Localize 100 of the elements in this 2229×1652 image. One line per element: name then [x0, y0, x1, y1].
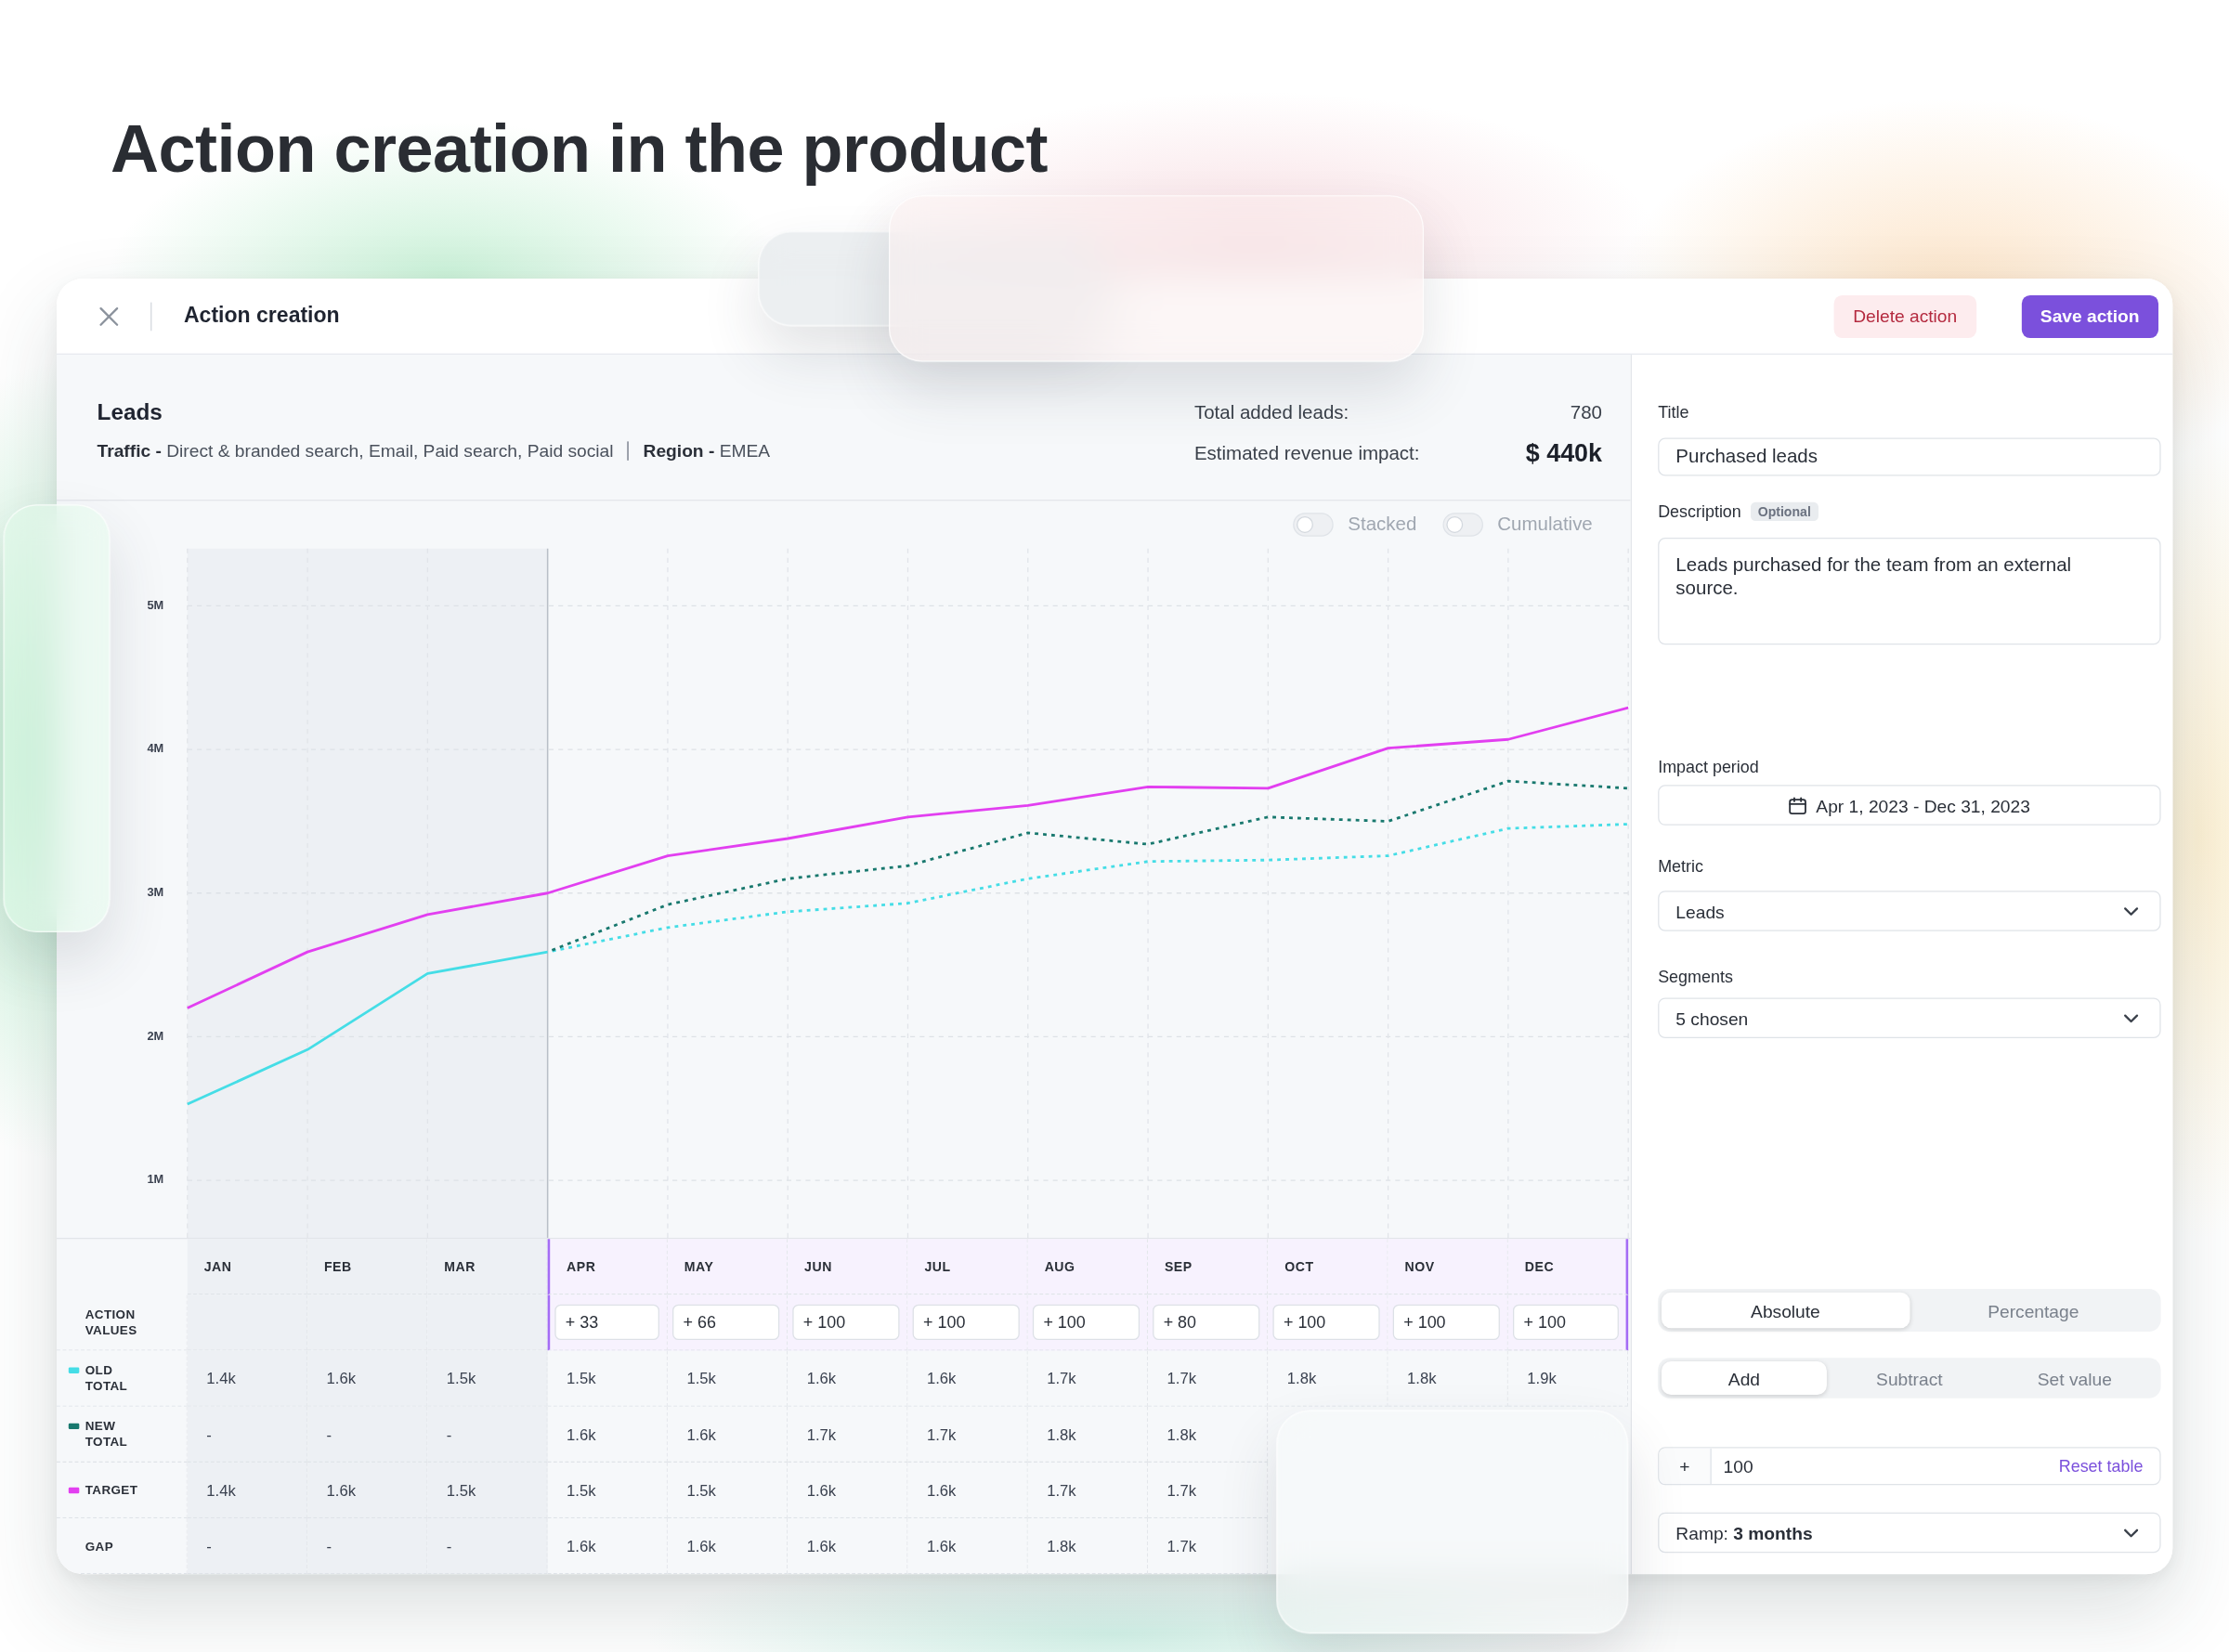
- action-input[interactable]: + 100: [1032, 1304, 1141, 1341]
- stat-label: Estimated revenue impact:: [1193, 442, 1420, 464]
- table-cell: 1.5k: [667, 1350, 789, 1407]
- field-label: Description: [1658, 501, 1741, 523]
- toggle-switch[interactable]: [1442, 513, 1483, 537]
- filter-text: Region - EMEA: [643, 439, 771, 462]
- axis-label: 2M: [147, 1028, 164, 1043]
- action-input[interactable]: + 33: [554, 1304, 659, 1341]
- amount-field[interactable]: + 100 Reset table: [1658, 1447, 2161, 1486]
- table-cell: -: [307, 1518, 428, 1575]
- action-input[interactable]: + 100: [1513, 1304, 1619, 1341]
- prefix-addon: +: [1659, 1448, 1712, 1484]
- table-cell: -: [427, 1518, 548, 1575]
- toggle-label: Stacked: [1348, 514, 1417, 536]
- table-cell: 1.5k: [667, 1462, 789, 1519]
- action-input[interactable]: + 80: [1153, 1304, 1260, 1341]
- action-input[interactable]: + 100: [1392, 1304, 1500, 1341]
- table-cell: -: [187, 1518, 308, 1575]
- column-header: SEP: [1148, 1239, 1269, 1295]
- stat-value: 780: [1570, 402, 1602, 424]
- table-cell: 1.6k: [547, 1406, 668, 1463]
- table-cell: 1.6k: [307, 1350, 428, 1407]
- table-cell: 1.6k: [788, 1462, 908, 1519]
- table-cell: 1.8k: [1268, 1350, 1388, 1407]
- segments-select[interactable]: 5 chosen: [1658, 997, 2161, 1038]
- segment-option[interactable]: Add: [1662, 1361, 1827, 1395]
- segment-option[interactable]: Subtract: [1826, 1361, 1992, 1395]
- table-cell: 1.8k: [1148, 1406, 1269, 1463]
- column-header: FEB: [307, 1239, 428, 1295]
- table-cell: 1.7k: [1148, 1518, 1269, 1575]
- reset-table-link[interactable]: Reset table: [2058, 1456, 2144, 1476]
- table-cell: 1.6k: [307, 1462, 428, 1519]
- metric-title: Leads: [97, 398, 163, 427]
- column-header: OCT: [1268, 1239, 1388, 1295]
- table-cell: 1.7k: [788, 1406, 908, 1463]
- table-cell: 1.6k: [907, 1350, 1028, 1407]
- metric-select[interactable]: Leads: [1658, 891, 2161, 931]
- amount-input[interactable]: 100: [1711, 1448, 2042, 1484]
- axis-label: 3M: [147, 885, 164, 900]
- table-cell: 1.8k: [1027, 1406, 1149, 1463]
- close-icon[interactable]: [99, 306, 119, 326]
- column-header: APR: [547, 1239, 668, 1295]
- segment-option[interactable]: Percentage: [1909, 1292, 2157, 1329]
- row-label: ACTION VALUES: [85, 1307, 138, 1338]
- table-cell: 1.7k: [1148, 1350, 1269, 1407]
- table-cell: 1.5k: [427, 1462, 548, 1519]
- table-cell: 1.6k: [547, 1518, 668, 1575]
- row-label: GAP: [85, 1538, 113, 1554]
- column-header: NOV: [1388, 1239, 1508, 1295]
- toggle-label: Cumulative: [1497, 514, 1593, 536]
- table-cell: -: [187, 1406, 308, 1463]
- save-button[interactable]: Save action: [2021, 294, 2159, 338]
- delete-button[interactable]: Delete action: [1833, 294, 1976, 338]
- date-range-picker[interactable]: Apr 1, 2023 - Dec 31, 2023: [1658, 785, 2161, 826]
- table-cell: 1.4k: [187, 1462, 308, 1519]
- axis-label: 5M: [147, 597, 164, 612]
- ramp-select[interactable]: Ramp: 3 months: [1658, 1512, 2161, 1554]
- table-cell: 1.5k: [547, 1350, 668, 1407]
- table-cell: 1.7k: [907, 1406, 1028, 1463]
- table-cell: 1.6k: [788, 1518, 908, 1575]
- table-cell: 1.6k: [667, 1406, 789, 1463]
- field-label: Impact period: [1658, 756, 1759, 778]
- table-cell: 1.4k: [187, 1350, 308, 1407]
- action-input[interactable]: + 100: [912, 1304, 1020, 1341]
- axis-label: 1M: [147, 1172, 164, 1187]
- field-label: Title: [1658, 401, 1689, 423]
- action-input[interactable]: + 100: [792, 1304, 900, 1341]
- action-input[interactable]: + 100: [1272, 1304, 1380, 1341]
- row-label: TARGET: [85, 1482, 138, 1498]
- axis-label: 4M: [147, 741, 164, 756]
- toggle-switch[interactable]: [1293, 513, 1334, 537]
- table-cell: 1.7k: [1027, 1350, 1149, 1407]
- segment-option[interactable]: Set value: [1991, 1361, 2157, 1395]
- stat-label: Total added leads:: [1193, 402, 1349, 424]
- calendar-icon: [1788, 796, 1807, 814]
- column-header: JUL: [907, 1239, 1028, 1295]
- column-header: DEC: [1507, 1239, 1629, 1295]
- chevron-down-icon: [2123, 1013, 2139, 1022]
- table-cell: 1.7k: [1027, 1462, 1149, 1519]
- table-cell: 1.6k: [667, 1518, 789, 1575]
- description-input[interactable]: Leads purchased for the team from an external source.: [1658, 538, 2161, 645]
- column-header: JAN: [187, 1239, 308, 1295]
- table-cell: 1.8k: [1027, 1518, 1149, 1575]
- optional-badge: Optional: [1751, 501, 1818, 522]
- table-cell: 1.5k: [547, 1462, 668, 1519]
- row-label: NEW TOTAL: [85, 1418, 129, 1450]
- table-cell: 1.6k: [907, 1462, 1028, 1519]
- column-header: JUN: [788, 1239, 908, 1295]
- table-cell: 1.7k: [1148, 1462, 1269, 1519]
- chevron-down-icon: [2123, 906, 2139, 916]
- table-cell: 1.8k: [1388, 1350, 1508, 1407]
- row-label: OLD TOTAL: [85, 1362, 129, 1394]
- action-input[interactable]: + 66: [672, 1304, 780, 1341]
- table-cell: 1.6k: [788, 1350, 908, 1407]
- column-header: MAY: [667, 1239, 789, 1295]
- field-label: Metric: [1658, 855, 1703, 877]
- segment-option[interactable]: Absolute: [1662, 1292, 1910, 1329]
- table-cell: 1.5k: [427, 1350, 548, 1407]
- field-label: Segments: [1658, 966, 1733, 987]
- title-input[interactable]: Purchased leads: [1658, 437, 2161, 476]
